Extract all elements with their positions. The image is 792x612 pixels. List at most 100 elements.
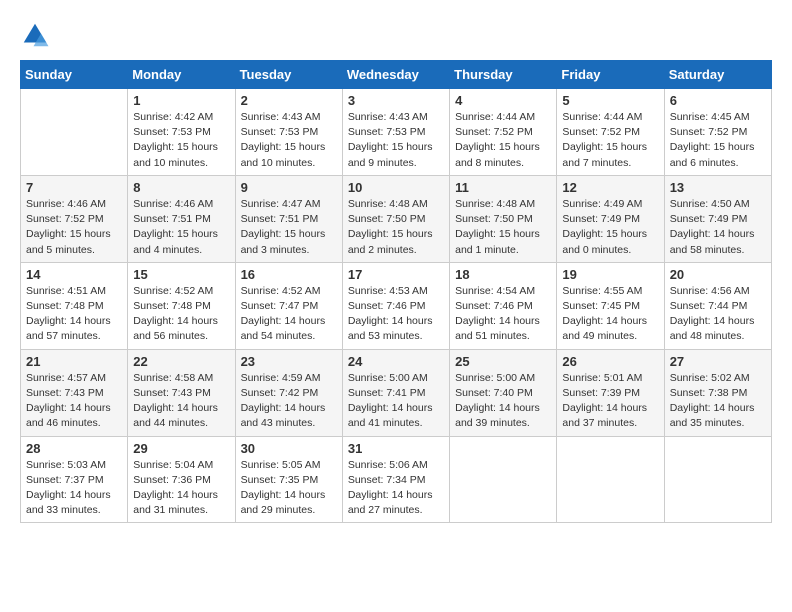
day-number: 26 <box>562 354 658 369</box>
day-cell: 9 Sunrise: 4:47 AMSunset: 7:51 PMDaylight… <box>235 175 342 262</box>
day-cell: 1Sunrise: 4:42 AMSunset: 7:53 PMDaylight… <box>128 89 235 176</box>
day-number: 6 <box>670 93 766 108</box>
day-cell: 18Sunrise: 4:54 AMSunset: 7:46 PMDayligh… <box>450 262 557 349</box>
day-number: 4 <box>455 93 551 108</box>
day-cell <box>450 436 557 523</box>
day-info: Sunrise: 5:01 AMSunset: 7:39 PMDaylight:… <box>562 371 658 432</box>
calendar-table: SundayMondayTuesdayWednesdayThursdayFrid… <box>20 60 772 523</box>
header-thursday: Thursday <box>450 61 557 89</box>
week-row-4: 21 Sunrise: 4:57 AMSunset: 7:43 PMDayligh… <box>21 349 772 436</box>
week-row-1: 1Sunrise: 4:42 AMSunset: 7:53 PMDaylight… <box>21 89 772 176</box>
week-row-5: 28 Sunrise: 5:03 AMSunset: 7:37 PMDayligh… <box>21 436 772 523</box>
day-info: Sunrise: 4:52 AMSunset: 7:48 PMDaylight:… <box>133 284 229 345</box>
day-info: Sunrise: 4:51 AMSunset: 7:48 PMDaylight:… <box>26 284 122 345</box>
day-info: Sunrise: 4:44 AMSunset: 7:52 PMDaylight:… <box>455 110 551 171</box>
day-cell: 17 Sunrise: 4:53 AMSunset: 7:46 PMDayligh… <box>342 262 449 349</box>
day-number: 9 <box>241 180 337 195</box>
day-cell: 10 Sunrise: 4:48 AMSunset: 7:50 PMDayligh… <box>342 175 449 262</box>
day-info: Sunrise: 5:00 AMSunset: 7:41 PMDaylight:… <box>348 371 444 432</box>
day-number: 7 <box>26 180 122 195</box>
day-info: Sunrise: 5:02 AMSunset: 7:38 PMDaylight:… <box>670 371 766 432</box>
day-number: 30 <box>241 441 337 456</box>
day-info: Sunrise: 4:47 AMSunset: 7:51 PMDaylight:… <box>241 197 337 258</box>
day-info: Sunrise: 4:46 AMSunset: 7:51 PMDaylight:… <box>133 197 229 258</box>
header-sunday: Sunday <box>21 61 128 89</box>
day-cell: 5Sunrise: 4:44 AMSunset: 7:52 PMDaylight… <box>557 89 664 176</box>
header-wednesday: Wednesday <box>342 61 449 89</box>
header-monday: Monday <box>128 61 235 89</box>
day-number: 12 <box>562 180 658 195</box>
day-cell: 21 Sunrise: 4:57 AMSunset: 7:43 PMDayligh… <box>21 349 128 436</box>
day-cell: 14Sunrise: 4:51 AMSunset: 7:48 PMDayligh… <box>21 262 128 349</box>
day-info: Sunrise: 4:58 AMSunset: 7:43 PMDaylight:… <box>133 371 229 432</box>
day-number: 3 <box>348 93 444 108</box>
day-cell: 31 Sunrise: 5:06 AMSunset: 7:34 PMDayligh… <box>342 436 449 523</box>
day-number: 8 <box>133 180 229 195</box>
day-number: 13 <box>670 180 766 195</box>
page-header <box>20 20 772 50</box>
day-info: Sunrise: 4:52 AMSunset: 7:47 PMDaylight:… <box>241 284 337 345</box>
day-info: Sunrise: 4:59 AMSunset: 7:42 PMDaylight:… <box>241 371 337 432</box>
day-number: 24 <box>348 354 444 369</box>
day-number: 21 <box>26 354 122 369</box>
day-cell: 13 Sunrise: 4:50 AMSunset: 7:49 PMDayligh… <box>664 175 771 262</box>
week-row-3: 14Sunrise: 4:51 AMSunset: 7:48 PMDayligh… <box>21 262 772 349</box>
day-cell: 12 Sunrise: 4:49 AMSunset: 7:49 PMDayligh… <box>557 175 664 262</box>
day-info: Sunrise: 4:46 AMSunset: 7:52 PMDaylight:… <box>26 197 122 258</box>
day-info: Sunrise: 4:53 AMSunset: 7:46 PMDaylight:… <box>348 284 444 345</box>
day-number: 28 <box>26 441 122 456</box>
day-info: Sunrise: 4:48 AMSunset: 7:50 PMDaylight:… <box>348 197 444 258</box>
day-info: Sunrise: 4:44 AMSunset: 7:52 PMDaylight:… <box>562 110 658 171</box>
day-info: Sunrise: 5:03 AMSunset: 7:37 PMDaylight:… <box>26 458 122 519</box>
day-number: 20 <box>670 267 766 282</box>
day-info: Sunrise: 4:49 AMSunset: 7:49 PMDaylight:… <box>562 197 658 258</box>
day-info: Sunrise: 4:45 AMSunset: 7:52 PMDaylight:… <box>670 110 766 171</box>
day-info: Sunrise: 5:05 AMSunset: 7:35 PMDaylight:… <box>241 458 337 519</box>
day-number: 17 <box>348 267 444 282</box>
day-number: 11 <box>455 180 551 195</box>
day-cell <box>557 436 664 523</box>
day-cell: 27 Sunrise: 5:02 AMSunset: 7:38 PMDayligh… <box>664 349 771 436</box>
day-cell <box>664 436 771 523</box>
day-number: 10 <box>348 180 444 195</box>
day-number: 27 <box>670 354 766 369</box>
day-cell: 16 Sunrise: 4:52 AMSunset: 7:47 PMDayligh… <box>235 262 342 349</box>
day-number: 31 <box>348 441 444 456</box>
day-info: Sunrise: 4:57 AMSunset: 7:43 PMDaylight:… <box>26 371 122 432</box>
day-cell: 25 Sunrise: 5:00 AMSunset: 7:40 PMDayligh… <box>450 349 557 436</box>
day-cell: 8 Sunrise: 4:46 AMSunset: 7:51 PMDaylight… <box>128 175 235 262</box>
day-cell: 6 Sunrise: 4:45 AMSunset: 7:52 PMDaylight… <box>664 89 771 176</box>
day-cell: 15 Sunrise: 4:52 AMSunset: 7:48 PMDayligh… <box>128 262 235 349</box>
day-cell: 26 Sunrise: 5:01 AMSunset: 7:39 PMDayligh… <box>557 349 664 436</box>
day-cell: 2Sunrise: 4:43 AMSunset: 7:53 PMDaylight… <box>235 89 342 176</box>
day-cell: 29Sunrise: 5:04 AMSunset: 7:36 PMDayligh… <box>128 436 235 523</box>
day-info: Sunrise: 4:43 AMSunset: 7:53 PMDaylight:… <box>348 110 444 171</box>
day-info: Sunrise: 4:56 AMSunset: 7:44 PMDaylight:… <box>670 284 766 345</box>
day-cell: 23Sunrise: 4:59 AMSunset: 7:42 PMDayligh… <box>235 349 342 436</box>
logo-icon <box>20 20 50 50</box>
day-info: Sunrise: 5:00 AMSunset: 7:40 PMDaylight:… <box>455 371 551 432</box>
day-cell: 28 Sunrise: 5:03 AMSunset: 7:37 PMDayligh… <box>21 436 128 523</box>
day-number: 15 <box>133 267 229 282</box>
day-info: Sunrise: 5:06 AMSunset: 7:34 PMDaylight:… <box>348 458 444 519</box>
week-row-2: 7 Sunrise: 4:46 AMSunset: 7:52 PMDaylight… <box>21 175 772 262</box>
day-cell: 4 Sunrise: 4:44 AMSunset: 7:52 PMDaylight… <box>450 89 557 176</box>
day-cell: 19 Sunrise: 4:55 AMSunset: 7:45 PMDayligh… <box>557 262 664 349</box>
day-number: 16 <box>241 267 337 282</box>
day-info: Sunrise: 5:04 AMSunset: 7:36 PMDaylight:… <box>133 458 229 519</box>
day-info: Sunrise: 4:43 AMSunset: 7:53 PMDaylight:… <box>241 110 337 171</box>
day-cell: 11 Sunrise: 4:48 AMSunset: 7:50 PMDayligh… <box>450 175 557 262</box>
calendar-header-row: SundayMondayTuesdayWednesdayThursdayFrid… <box>21 61 772 89</box>
day-info: Sunrise: 4:50 AMSunset: 7:49 PMDaylight:… <box>670 197 766 258</box>
day-number: 19 <box>562 267 658 282</box>
day-cell: 7 Sunrise: 4:46 AMSunset: 7:52 PMDaylight… <box>21 175 128 262</box>
header-friday: Friday <box>557 61 664 89</box>
header-tuesday: Tuesday <box>235 61 342 89</box>
day-info: Sunrise: 4:48 AMSunset: 7:50 PMDaylight:… <box>455 197 551 258</box>
logo <box>20 20 54 50</box>
day-info: Sunrise: 4:42 AMSunset: 7:53 PMDaylight:… <box>133 110 229 171</box>
day-info: Sunrise: 4:55 AMSunset: 7:45 PMDaylight:… <box>562 284 658 345</box>
day-number: 25 <box>455 354 551 369</box>
day-cell <box>21 89 128 176</box>
day-cell: 22Sunrise: 4:58 AMSunset: 7:43 PMDayligh… <box>128 349 235 436</box>
